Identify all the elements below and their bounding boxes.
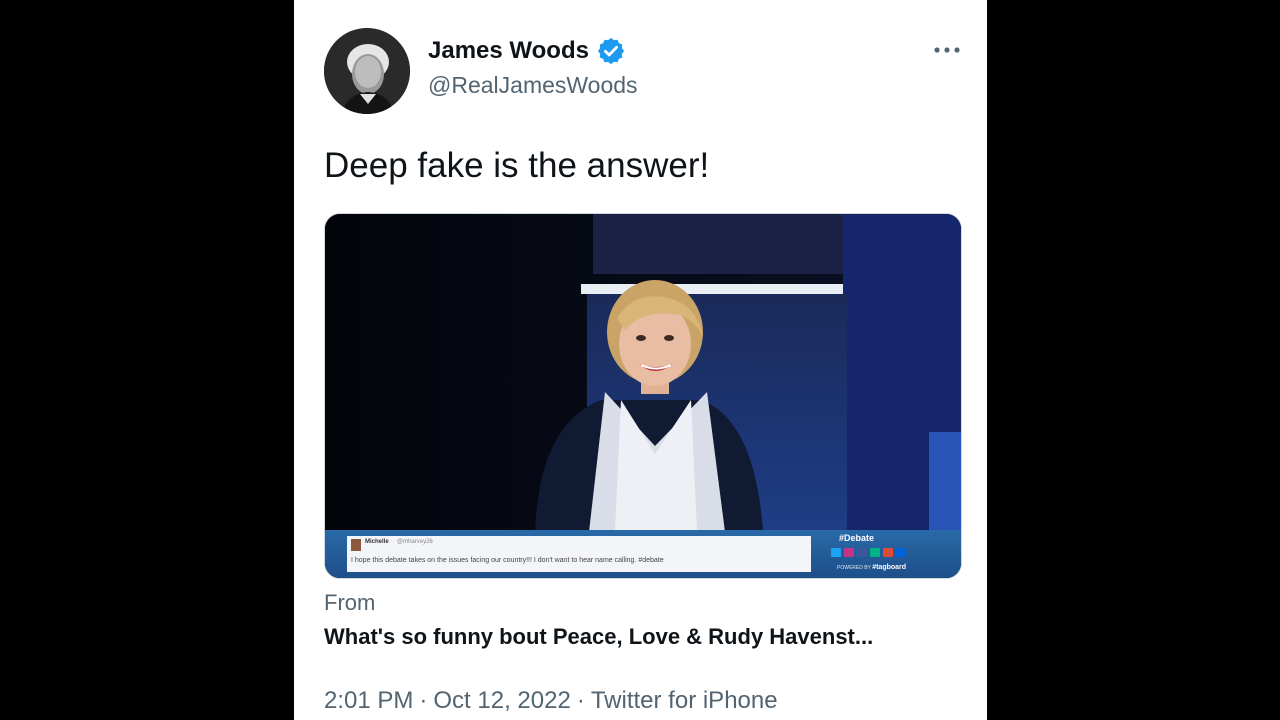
source-title-link[interactable]: What's so funny bout Peace, Love & Rudy … [324,624,873,650]
ticker-user-handle: @mharvey26 [397,539,433,545]
google-plus-icon [883,548,893,557]
author-row: James Woods [428,36,626,66]
tweet-time[interactable]: 2:01 PM [324,687,413,714]
video-frame [325,214,961,578]
ticker-user: Michelle [365,539,389,545]
ticker-powered-by: POWERED BY #tagboard [837,564,906,571]
tweet-meta: 2:01 PM · Oct 12, 2022 · Twitter for iPhone [324,687,778,715]
tweet-card: James Woods @RealJamesWoods Deep fake is… [294,0,987,720]
ticker-powered-label: POWERED BY [837,565,871,571]
more-options-button[interactable] [932,38,962,62]
facebook-icon [857,548,867,557]
more-horizontal-icon [934,47,960,53]
ticker-message: I hope this debate takes on the issues f… [351,557,664,564]
verified-badge-icon [597,37,625,65]
meta-separator: · [576,687,585,714]
tweet-date[interactable]: Oct 12, 2022 [433,687,570,714]
avatar[interactable] [324,28,410,114]
twitter-icon [831,548,841,557]
vine-icon [870,548,880,557]
tweet-text: Deep fake is the answer! [324,146,710,185]
ticker-brand: #tagboard [872,564,907,571]
tweet-client[interactable]: Twitter for iPhone [591,687,778,714]
author-name[interactable]: James Woods [428,37,589,65]
author-handle[interactable]: @RealJamesWoods [428,72,638,99]
ticker-social-icons [831,548,906,557]
ticker-avatar [351,539,361,551]
meta-separator: · [419,687,428,714]
ticker-hashtag: #Debate [839,533,875,543]
tweet-video[interactable]: Michelle @mharvey26 I hope this debate t… [324,213,962,579]
instagram-icon [844,548,854,557]
ticker-post: Michelle @mharvey26 I hope this debate t… [347,536,811,572]
avatar-photo [324,28,410,114]
source-label: From [324,590,376,615]
video-ticker: Michelle @mharvey26 I hope this debate t… [325,530,961,578]
flickr-icon [896,548,906,557]
